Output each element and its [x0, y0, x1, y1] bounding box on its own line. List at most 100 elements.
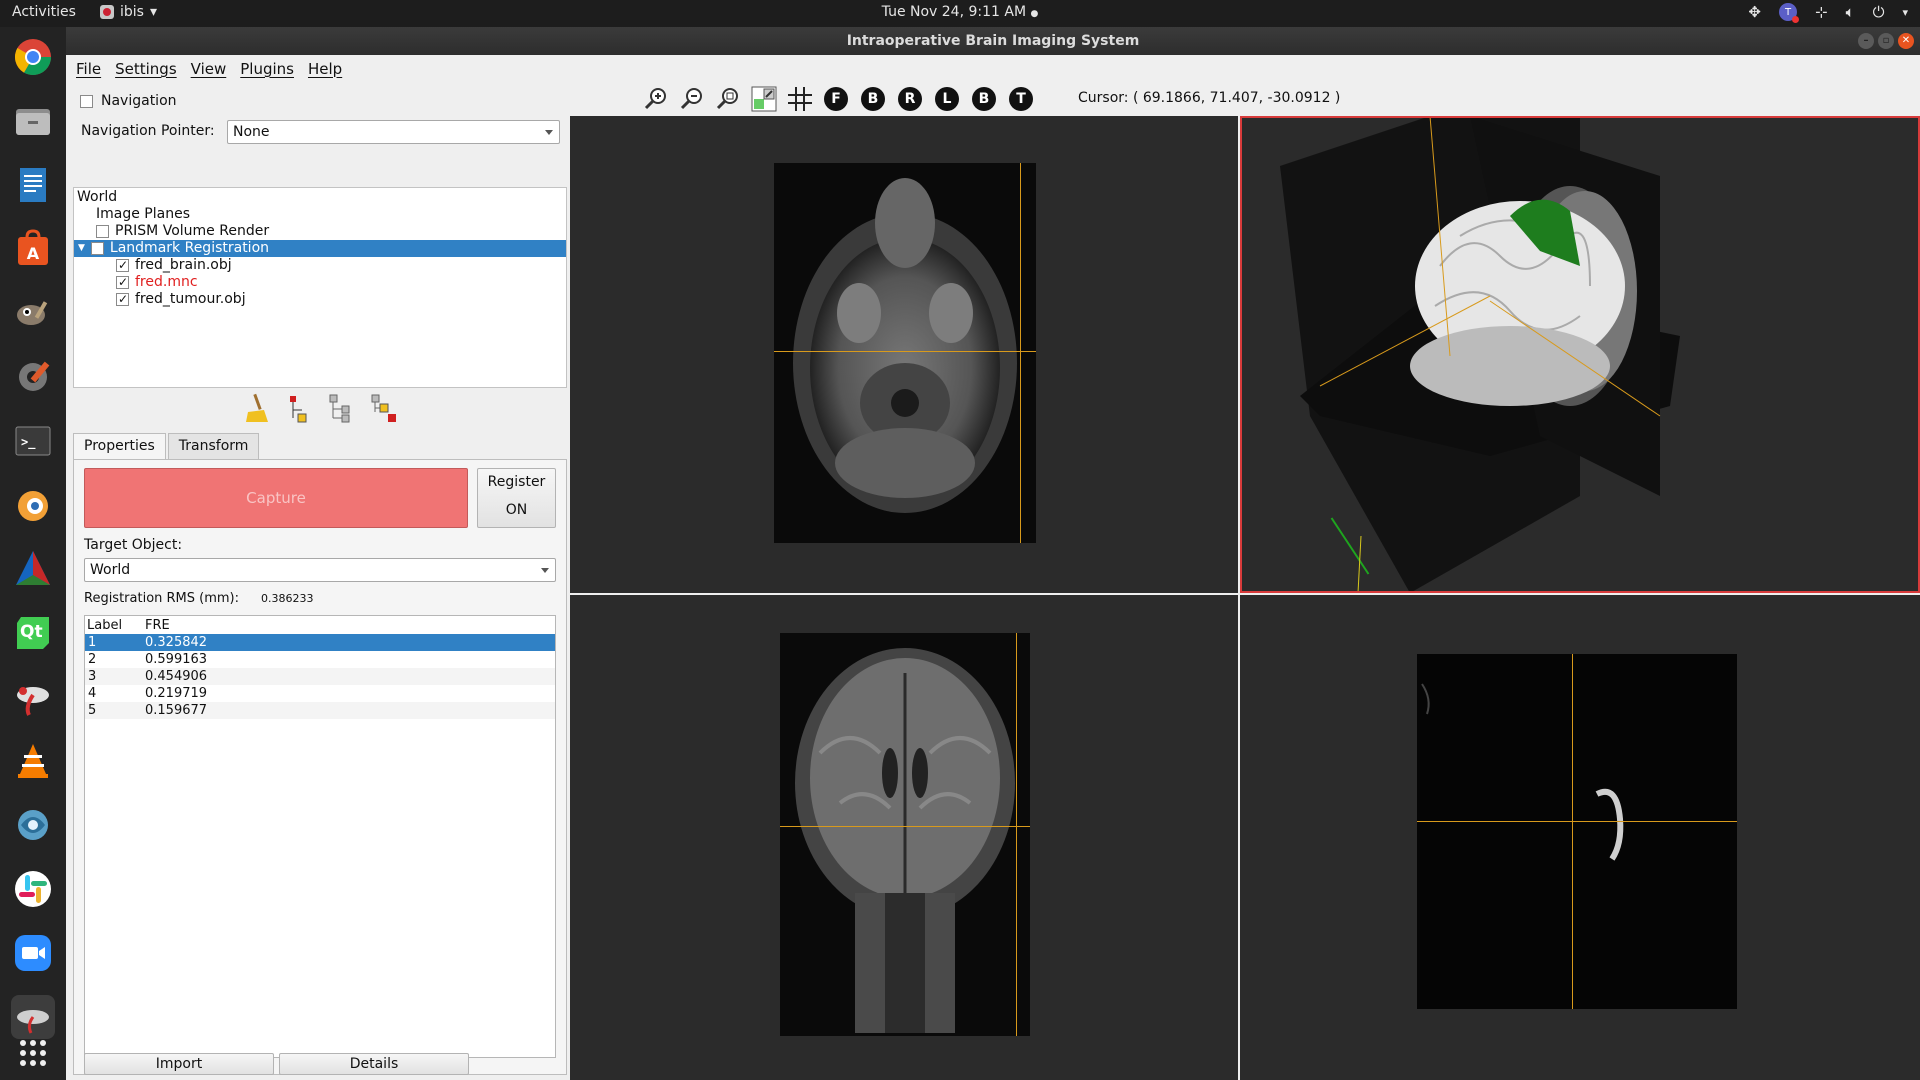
- chrome-icon[interactable]: [11, 35, 55, 79]
- tree-item-prism[interactable]: PRISM Volume Render: [96, 223, 269, 240]
- view-back-button[interactable]: B: [861, 87, 885, 111]
- menu-file[interactable]: File: [76, 60, 101, 78]
- rms-value-row: 0.386233: [261, 592, 314, 605]
- cmake-icon[interactable]: [11, 547, 55, 591]
- tree-item-tumour[interactable]: fred_tumour.obj: [116, 291, 246, 308]
- crosshair-toggle-icon[interactable]: [786, 85, 814, 113]
- 3d-view[interactable]: [1240, 116, 1920, 593]
- clock[interactable]: Tue Nov 24, 9:11 AM: [882, 4, 1026, 20]
- dropbox-icon[interactable]: ✥: [1748, 3, 1761, 21]
- qt-icon[interactable]: Qt: [11, 611, 55, 655]
- chevron-down-icon[interactable]: ▾: [1902, 6, 1908, 19]
- table-row[interactable]: 5 0.159677: [85, 702, 555, 719]
- properties-pane: Capture Register ON Target Object: World…: [73, 459, 567, 1075]
- row-label: 5: [88, 703, 97, 718]
- table-row[interactable]: 2 0.599163: [85, 651, 555, 668]
- import-button[interactable]: Import: [84, 1053, 274, 1075]
- tree-item-mnc[interactable]: fred.mnc: [116, 274, 198, 291]
- object-tree[interactable]: World Image Planes PRISM Volume Render ▼…: [73, 187, 567, 388]
- capture-button[interactable]: Capture: [84, 468, 468, 528]
- view-left-button[interactable]: L: [935, 87, 959, 111]
- nav-pointer-label: Navigation Pointer:: [81, 123, 215, 139]
- hierarchy-icon[interactable]: [326, 392, 358, 424]
- slack-icon[interactable]: [11, 867, 55, 911]
- brain-checkbox[interactable]: [116, 257, 129, 274]
- terminal-icon[interactable]: >_: [11, 419, 55, 463]
- app-menu[interactable]: ibis ▾: [100, 4, 157, 20]
- ibis-icon[interactable]: [11, 675, 55, 719]
- row-label: 1: [88, 635, 97, 650]
- gimp-icon[interactable]: [11, 291, 55, 335]
- blender-icon[interactable]: [11, 483, 55, 527]
- tree-item-label: PRISM Volume Render: [115, 223, 270, 239]
- tab-transform[interactable]: Transform: [167, 433, 260, 459]
- zoom-in-icon[interactable]: [642, 85, 670, 113]
- itk-snap-icon[interactable]: [11, 803, 55, 847]
- menu-help[interactable]: Help: [308, 60, 342, 78]
- mnc-checkbox[interactable]: [116, 274, 129, 291]
- teams-icon[interactable]: T: [1779, 3, 1799, 23]
- table-row[interactable]: 3 0.454906: [85, 668, 555, 685]
- minimize-button[interactable]: –: [1858, 33, 1874, 49]
- zoom-icon[interactable]: [11, 931, 55, 975]
- view-front-button[interactable]: F: [824, 87, 848, 111]
- view-bottom-button[interactable]: B: [972, 87, 996, 111]
- window-titlebar[interactable]: Intraoperative Brain Imaging System – ▫ …: [66, 27, 1920, 55]
- register-button[interactable]: Register ON: [477, 468, 556, 528]
- menu-view[interactable]: View: [191, 60, 227, 78]
- reset-view-icon[interactable]: [750, 85, 778, 113]
- target-object-row: Target Object:: [84, 537, 182, 553]
- table-row[interactable]: 4 0.219719: [85, 685, 555, 702]
- activities-button[interactable]: Activities: [12, 4, 76, 20]
- tree-item-brain[interactable]: fred_brain.obj: [116, 257, 232, 274]
- broom-icon[interactable]: [242, 392, 274, 424]
- nav-pointer-value: None: [233, 124, 270, 140]
- header-fre[interactable]: FRE: [145, 617, 170, 634]
- software-center-icon[interactable]: A: [11, 227, 55, 271]
- target-object-select[interactable]: World: [84, 558, 556, 582]
- header-label[interactable]: Label: [87, 617, 122, 634]
- settings-icon[interactable]: [11, 355, 55, 399]
- network-icon[interactable]: ⊹: [1815, 3, 1828, 21]
- files-icon[interactable]: [11, 99, 55, 143]
- tree-item-image-planes[interactable]: Image Planes: [96, 206, 190, 223]
- prism-checkbox[interactable]: [96, 225, 109, 238]
- row-label: 4: [88, 686, 97, 701]
- navigation-toggle[interactable]: Navigation: [80, 93, 177, 109]
- navigation-checkbox[interactable]: [80, 94, 93, 108]
- power-icon[interactable]: ⏻: [1873, 3, 1885, 21]
- volume-icon[interactable]: 🔈︎: [1846, 3, 1855, 21]
- sagittal-view[interactable]: [1240, 595, 1920, 1080]
- view-top-button[interactable]: T: [1009, 87, 1033, 111]
- rms-row: Registration RMS (mm):: [84, 591, 239, 606]
- writer-icon[interactable]: [11, 163, 55, 207]
- app-grid-icon[interactable]: [11, 1031, 55, 1075]
- tab-properties[interactable]: Properties: [73, 433, 166, 460]
- coronal-view[interactable]: [570, 595, 1238, 1080]
- tree-item-landmark-registration[interactable]: ▼ Landmark Registration: [74, 240, 566, 257]
- zoom-fit-icon[interactable]: [714, 85, 742, 113]
- crosshair-horizontal: [780, 826, 1030, 827]
- target-object-value: World: [90, 562, 131, 578]
- maximize-button[interactable]: ▫: [1878, 33, 1894, 49]
- add-point-icon[interactable]: [284, 392, 316, 424]
- row-label: 3: [88, 669, 97, 684]
- details-button[interactable]: Details: [279, 1053, 469, 1075]
- tumour-checkbox[interactable]: [116, 291, 129, 308]
- axial-slice-image: [774, 163, 1036, 543]
- rms-label: Registration RMS (mm):: [84, 591, 240, 606]
- menu-plugins[interactable]: Plugins: [240, 60, 294, 78]
- zoom-out-icon[interactable]: [678, 85, 706, 113]
- axial-view[interactable]: [570, 116, 1238, 593]
- fre-table[interactable]: Label FRE 1 0.325842 2 0.599163 3 0.4549…: [84, 615, 556, 1058]
- tree-item-world[interactable]: World: [77, 189, 117, 206]
- landmark-checkbox[interactable]: [90, 242, 104, 255]
- view-right-button[interactable]: R: [898, 87, 922, 111]
- close-button[interactable]: ✕: [1898, 33, 1914, 49]
- nav-pointer-select[interactable]: None: [227, 120, 560, 144]
- vlc-icon[interactable]: [11, 739, 55, 783]
- table-row[interactable]: 1 0.325842: [85, 634, 555, 651]
- menu-settings[interactable]: Settings: [115, 60, 177, 78]
- remove-point-icon[interactable]: [368, 392, 400, 424]
- expand-arrow-icon[interactable]: ▼: [78, 240, 85, 257]
